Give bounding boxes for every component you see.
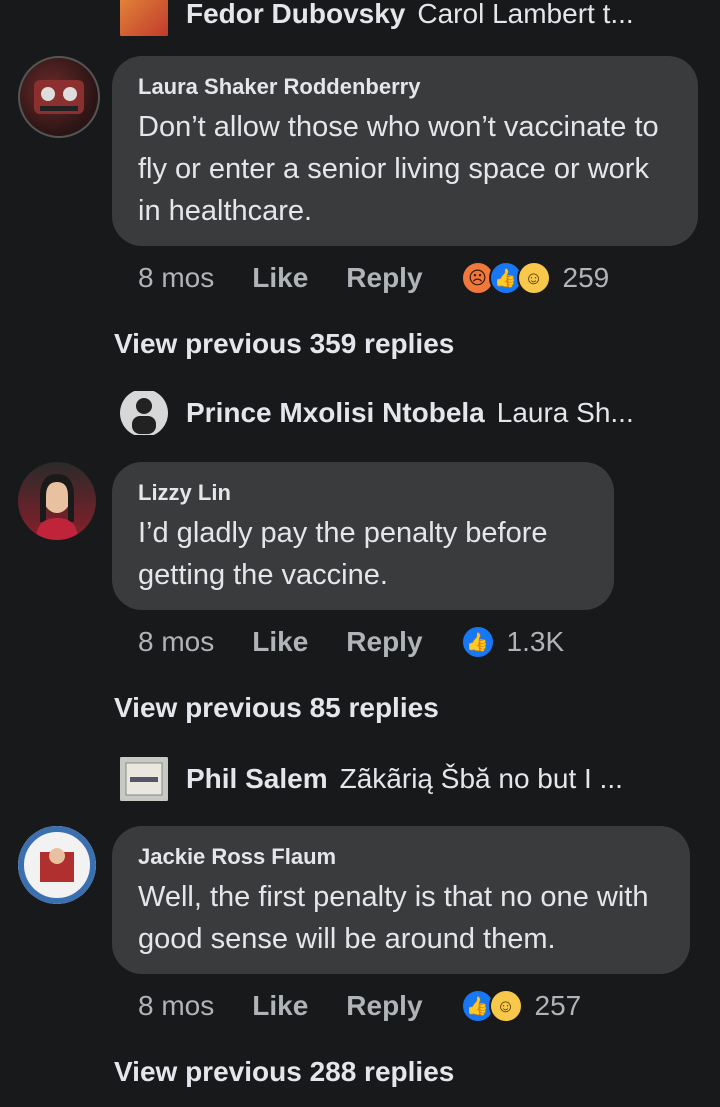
avatar[interactable] <box>18 826 96 904</box>
comment-actions: 8 mos Like Reply 👍 1.3K <box>138 622 564 662</box>
view-previous-replies[interactable]: View previous 359 replies <box>114 328 454 360</box>
reply-snippet: Laura Sh... <box>496 397 634 428</box>
reply-button[interactable]: Reply <box>346 262 422 294</box>
comment-time[interactable]: 8 mos <box>138 990 214 1022</box>
avatar[interactable] <box>120 391 168 435</box>
comment-author[interactable]: Laura Shaker Roddenberry <box>138 74 672 100</box>
reply-snippet: Zãkãrią Šbă no but I ... <box>339 763 623 794</box>
comment-bubble: Laura Shaker Roddenberry Don’t allow tho… <box>112 56 698 246</box>
avatar[interactable] <box>18 56 100 138</box>
reply-author[interactable]: Fedor Dubovsky <box>186 0 405 30</box>
reply-snippet: Carol Lambert t... <box>417 0 634 29</box>
reaction-icons[interactable]: 👍 ☺ <box>460 989 523 1023</box>
avatar[interactable] <box>18 462 96 540</box>
view-previous-replies[interactable]: View previous 288 replies <box>114 1056 454 1088</box>
reply-button[interactable]: Reply <box>346 990 422 1022</box>
reaction-icons[interactable]: 👍 <box>460 625 495 659</box>
reply-preview-top[interactable]: Fedor Dubovsky Carol Lambert t... <box>120 0 690 36</box>
like-button[interactable]: Like <box>252 990 308 1022</box>
comment-author[interactable]: Jackie Ross Flaum <box>138 844 664 870</box>
haha-reaction-icon: ☺ <box>488 989 523 1023</box>
comment-bubble: Jackie Ross Flaum Well, the first penalt… <box>112 826 690 974</box>
comment-text: Well, the first penalty is that no one w… <box>138 881 649 955</box>
reaction-count[interactable]: 1.3K <box>507 626 565 658</box>
comment-actions: 8 mos Like Reply ☹ 👍 ☺ 259 <box>138 258 609 298</box>
comment-bubble: Lizzy Lin I’d gladly pay the penalty bef… <box>112 462 614 610</box>
comment-time[interactable]: 8 mos <box>138 262 214 294</box>
comment-time[interactable]: 8 mos <box>138 626 214 658</box>
like-reaction-icon: 👍 <box>460 625 495 659</box>
view-previous-replies[interactable]: View previous 85 replies <box>114 692 439 724</box>
comment-actions: 8 mos Like Reply 👍 ☺ 257 <box>138 986 581 1026</box>
reaction-icons[interactable]: ☹ 👍 ☺ <box>460 261 551 295</box>
comment-text: Don’t allow those who won’t vaccinate to… <box>138 111 659 227</box>
reaction-count[interactable]: 259 <box>563 262 610 294</box>
avatar[interactable] <box>120 757 168 801</box>
reply-author[interactable]: Prince Mxolisi Ntobela <box>186 397 485 429</box>
haha-reaction-icon: ☺ <box>516 261 551 295</box>
reaction-count[interactable]: 257 <box>535 990 582 1022</box>
reply-button[interactable]: Reply <box>346 626 422 658</box>
reply-preview[interactable]: Prince Mxolisi Ntobela Laura Sh... <box>120 391 690 435</box>
avatar[interactable] <box>120 0 168 36</box>
comment-text: I’d gladly pay the penalty before gettin… <box>138 517 548 591</box>
like-button[interactable]: Like <box>252 262 308 294</box>
like-button[interactable]: Like <box>252 626 308 658</box>
comment-author[interactable]: Lizzy Lin <box>138 480 588 506</box>
reply-preview[interactable]: Phil Salem Zãkãrią Šbă no but I ... <box>120 757 690 801</box>
reply-author[interactable]: Phil Salem <box>186 763 328 795</box>
